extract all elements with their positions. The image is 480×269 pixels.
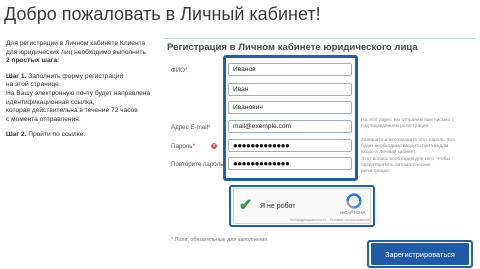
- checkmark-icon[interactable]: ✔: [239, 198, 252, 214]
- email-hint: На этот адрес мы отправим вам письмо с п…: [361, 118, 454, 129]
- required-note: * Поля, обязательные для заполнения: [171, 237, 268, 243]
- step1-text: идентификационная ссылка,: [6, 98, 95, 106]
- captcha-links[interactable]: Конфиденциальность - Условия использован…: [290, 218, 370, 222]
- intro-line: для юридических лиц необходимо выполнить: [6, 48, 146, 56]
- captcha-label: Я не робот: [260, 203, 296, 210]
- step1-text: Заполнить форму регистрации: [28, 72, 124, 80]
- step1-text: с момента отправления.: [6, 115, 81, 123]
- form-title: Регистрация в Личном кабинете юридическо…: [167, 42, 418, 53]
- page-title: Добро пожаловать в Личный кабинет!: [4, 4, 321, 24]
- password-input[interactable]: [228, 139, 352, 152]
- step1-label: Шаг 1.: [6, 72, 27, 80]
- registration-instructions: Для регистрации в Личном кабинете Клиент…: [6, 40, 162, 147]
- step1-text: которая действительна в течение 72 часов: [6, 107, 138, 115]
- register-button[interactable]: Зарегистрироваться: [371, 243, 469, 265]
- step1-text: на этой странице.: [6, 81, 61, 89]
- intro-line: Для регистрации в Личном кабинете Клиент…: [6, 40, 146, 47]
- fio-label: ФИО*: [171, 67, 188, 74]
- step2-label: Шаг 2.: [6, 131, 27, 139]
- recaptcha-logo-icon: [346, 193, 362, 209]
- email-input[interactable]: [228, 120, 352, 133]
- last-name-input[interactable]: [228, 63, 352, 76]
- patronymic-input[interactable]: [228, 101, 352, 114]
- password-repeat-label: Повторите пароль*: [171, 161, 226, 168]
- captcha-brand: reCAPTCHA: [340, 210, 366, 215]
- email-label: Адрес E-mail*: [171, 124, 211, 131]
- recaptcha-widget[interactable]: ✔ Я не робот reCAPTCHA Конфиденциальност…: [233, 188, 371, 224]
- password-hint: Запишите или сохраните этот пароль. Его …: [361, 138, 455, 155]
- first-name-input[interactable]: [228, 83, 352, 96]
- help-icon[interactable]: ?: [211, 143, 217, 149]
- password-label: Пароль*: [171, 143, 195, 150]
- repeat-hint: Этот вопрос необходим для того, чтобы пр…: [361, 157, 450, 174]
- step1-text: На Вашу электронную почту будет направле…: [6, 89, 151, 97]
- intro-bold: 2 простых шага:: [6, 57, 60, 65]
- password-repeat-input[interactable]: [228, 157, 352, 170]
- step2-text: Пройти по ссылке.: [28, 131, 86, 139]
